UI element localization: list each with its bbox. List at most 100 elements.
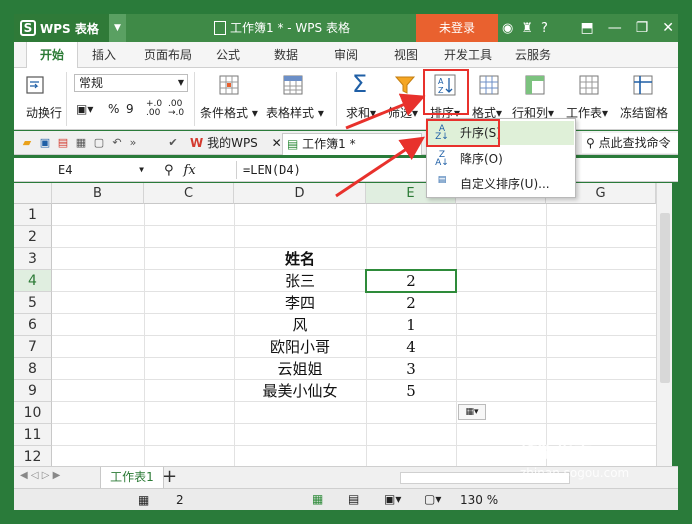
row-col-icon [525, 75, 545, 95]
cell-d5[interactable]: 李四 [234, 292, 366, 314]
login-button[interactable]: 未登录 [416, 14, 498, 42]
wps-window: S WPS 表格 ▼ 工作簿1 * - WPS 表格 未登录 ◉ ♜ ? ⬒ —… [0, 0, 692, 524]
cell-d8[interactable]: 云姐姐 [234, 358, 366, 380]
row-header[interactable]: 11 [14, 424, 52, 446]
pdf-icon[interactable]: ▤ [56, 136, 70, 150]
zoom-search-icon[interactable]: ⚲ [164, 163, 174, 178]
command-search[interactable]: ⚲ 点此查找命令 [582, 133, 678, 153]
row-header[interactable]: 6 [14, 314, 52, 336]
print-icon[interactable]: ▦ [74, 136, 88, 150]
row-header[interactable]: 7 [14, 336, 52, 358]
row-header[interactable]: 9 [14, 380, 52, 402]
highlight-ascending-item [426, 119, 500, 147]
page-break-view-icon[interactable]: ▤ [348, 492, 359, 506]
undo-icon[interactable]: ↶ [110, 136, 124, 150]
filter-icon [394, 76, 416, 94]
comma-button[interactable]: 9 [126, 102, 134, 116]
number-format-select[interactable]: 常规 ▼ [74, 74, 188, 92]
freeze-button[interactable]: 冻结窗格 [620, 104, 668, 121]
wrap-text-button[interactable]: 动换行 [26, 104, 62, 121]
fx-button[interactable]: fx [184, 163, 196, 178]
row-header[interactable]: 12 [14, 446, 52, 466]
zoom-level[interactable]: 130 % [460, 493, 498, 507]
cell-e8[interactable]: 3 [366, 358, 456, 380]
shirt-icon[interactable]: ♜ [521, 21, 533, 36]
page-layout-view-icon[interactable]: ▣▾ [384, 492, 401, 506]
custom-sort-item[interactable]: ▤ 自定义排序(U)... [428, 172, 574, 196]
table-style-button[interactable]: 表格样式 ▾ [266, 104, 324, 121]
cell-d9[interactable]: 最美小仙女 [234, 380, 366, 402]
minimize-icon[interactable]: — [608, 20, 622, 36]
row-header[interactable]: 2 [14, 226, 52, 248]
column-header-b[interactable]: B [52, 183, 144, 204]
sort-descending-item[interactable]: Z A↓ 降序(O) [428, 147, 574, 171]
row-header[interactable]: 5 [14, 292, 52, 314]
normal-view-icon[interactable]: ▦ [312, 492, 323, 506]
cell-d4[interactable]: 张三 [234, 270, 366, 292]
app-menu-dropdown-icon[interactable]: ▼ [109, 14, 126, 42]
cell-d3[interactable]: 姓名 [234, 248, 366, 270]
tab-workbook1-label: 工作簿1 * [302, 137, 356, 151]
tab-data[interactable]: 数据 [266, 42, 306, 68]
close-icon[interactable]: ✕ [662, 20, 674, 36]
sheet-nav-icon[interactable]: ◀ ◁ ▷ ▶ [20, 470, 60, 481]
row-header[interactable]: 8 [14, 358, 52, 380]
row-header[interactable]: 10 [14, 402, 52, 424]
conditional-format-button[interactable]: 条件格式 ▾ [200, 104, 258, 121]
tab-my-wps[interactable]: W 我的WPS ✕ [186, 133, 286, 155]
document-icon [214, 21, 226, 35]
fx-area: ⚲ fx [164, 161, 196, 179]
cell-e6[interactable]: 1 [366, 314, 456, 336]
row-header[interactable]: 4 [14, 270, 52, 292]
cell-e7[interactable]: 4 [366, 336, 456, 358]
paste-options-icon[interactable]: ▦▾ [458, 404, 486, 420]
open-icon[interactable]: ▰ [20, 136, 34, 150]
app-menu-button[interactable]: S WPS 表格 [14, 14, 120, 42]
tab-insert[interactable]: 插入 [84, 42, 124, 68]
restore-ribbon-icon[interactable]: ⬒ [580, 20, 593, 36]
row-header[interactable]: 3 [14, 248, 52, 270]
tab-view[interactable]: 视图 [386, 42, 426, 68]
sheet-tab-1[interactable]: 工作表1 [100, 467, 164, 489]
title-icons: ◉ ♜ ? [502, 14, 548, 42]
vertical-scrollbar[interactable] [656, 183, 672, 466]
tab-workbook1[interactable]: ▤ 工作簿1 * [282, 133, 422, 155]
help-button[interactable]: ? [541, 21, 548, 36]
filter-button[interactable]: 筛选▾ [388, 104, 418, 121]
decrease-decimal-icon[interactable]: .00 →.0 [168, 100, 184, 118]
tab-my-wps-label: 我的WPS [207, 136, 258, 150]
tab-cloud[interactable]: 云服务 [508, 42, 558, 68]
currency-icon[interactable]: ▣▾ [76, 102, 93, 116]
save-icon[interactable]: ▣ [38, 136, 52, 150]
close-tab-icon[interactable]: ✕ [272, 136, 282, 150]
scrollbar-thumb[interactable] [660, 213, 670, 383]
name-box[interactable]: E4 ▼ [44, 161, 144, 179]
more-icon[interactable]: » [126, 136, 140, 150]
percent-button[interactable]: % [108, 102, 119, 116]
add-sheet-button[interactable]: + [162, 467, 177, 487]
grid-line [52, 225, 656, 226]
cell-e9[interactable]: 5 [366, 380, 456, 402]
maximize-icon[interactable]: ❐ [636, 20, 649, 36]
sum-button[interactable]: 求和▾ [346, 104, 376, 121]
tab-page-layout[interactable]: 页面布局 [138, 42, 198, 68]
select-all-corner[interactable] [14, 183, 52, 204]
row-header[interactable]: 1 [14, 204, 52, 226]
reading-mode-icon[interactable]: ▢▾ [424, 492, 441, 506]
column-header-c[interactable]: C [144, 183, 234, 204]
tab-formulas[interactable]: 公式 [208, 42, 248, 68]
preview-icon[interactable]: ▢ [92, 136, 106, 150]
increase-decimal-icon[interactable]: +.0.00 [146, 100, 162, 118]
sum-icon: Σ [352, 70, 368, 98]
customize-icon[interactable]: ✔ [166, 136, 180, 150]
tab-home[interactable]: 开始 [26, 42, 78, 68]
cell-d6[interactable]: 风 [234, 314, 366, 336]
tab-review[interactable]: 审阅 [326, 42, 366, 68]
skin-icon[interactable]: ◉ [502, 21, 513, 36]
column-header-d[interactable]: D [234, 183, 366, 204]
wps-logo-icon: S [20, 20, 36, 36]
highlight-sort-button [423, 69, 469, 115]
cell-d7[interactable]: 欧阳小哥 [234, 336, 366, 358]
cell-e5[interactable]: 2 [366, 292, 456, 314]
tab-developer[interactable]: 开发工具 [438, 42, 498, 68]
